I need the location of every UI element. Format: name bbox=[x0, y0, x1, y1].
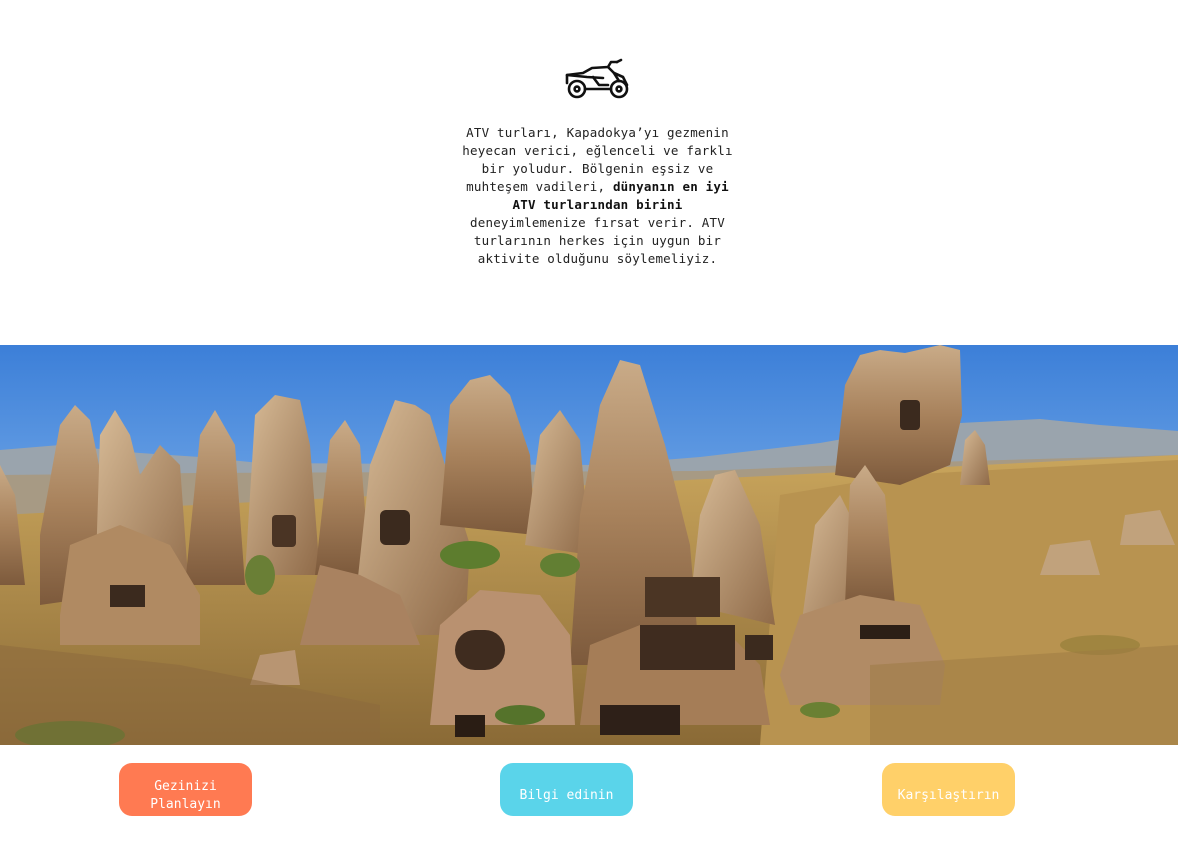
intro-text-part2: deneyimlemenize fırsat verir. ATV turlar… bbox=[470, 215, 725, 266]
atv-icon bbox=[563, 58, 633, 102]
plan-trip-button[interactable]: Gezinizi Planlayın bbox=[119, 763, 252, 816]
intro-section: ATV turları, Kapadokya’yı gezmenin heyec… bbox=[0, 58, 1195, 268]
get-info-button[interactable]: Bilgi edinin bbox=[500, 763, 633, 816]
hero-image bbox=[0, 345, 1178, 745]
intro-paragraph: ATV turları, Kapadokya’yı gezmenin heyec… bbox=[460, 124, 735, 268]
compare-button[interactable]: Karşılaştırın bbox=[882, 763, 1015, 816]
